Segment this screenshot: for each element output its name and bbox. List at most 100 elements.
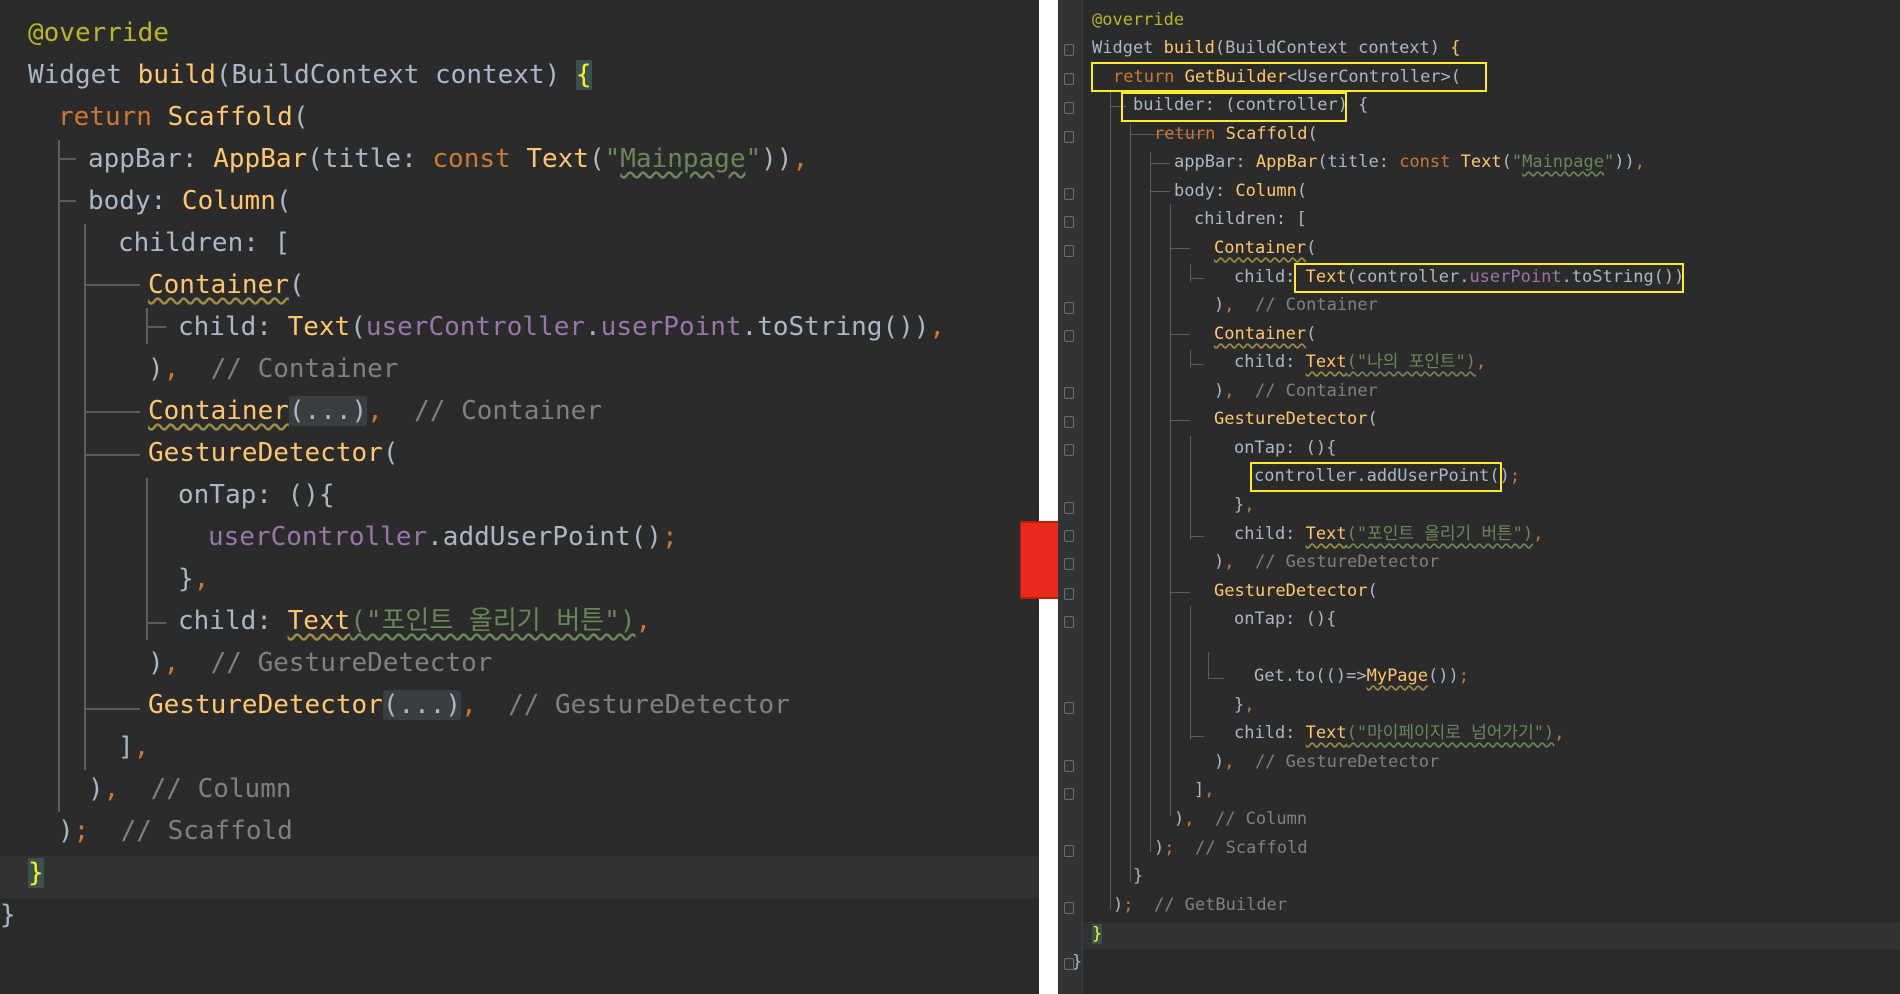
code-line: ); // Scaffold xyxy=(1154,838,1308,858)
fold-marker-icon[interactable] xyxy=(1064,530,1074,542)
indent-guide xyxy=(1170,248,1190,249)
code-line: Container( xyxy=(148,270,305,300)
indent-guide xyxy=(1150,152,1151,852)
fold-marker-icon[interactable] xyxy=(1064,444,1074,456)
code-line: Container(...), // Container xyxy=(148,396,602,426)
code-line: ); // Scaffold xyxy=(58,816,293,846)
indent-guide xyxy=(84,708,140,710)
code-line: Container( xyxy=(1214,324,1317,344)
code-line: ), // Column xyxy=(88,774,292,804)
right-code-editor[interactable]: @override Widget build(BuildContext cont… xyxy=(1058,0,1900,994)
code-line: return Scaffold( xyxy=(58,102,309,132)
fold-marker-icon[interactable] xyxy=(1064,760,1074,772)
code-line: GestureDetector( xyxy=(148,438,399,468)
code-line: Get.to(()=>MyPage()); xyxy=(1254,666,1469,686)
indent-guide xyxy=(58,158,76,160)
fold-marker-icon[interactable] xyxy=(1064,188,1074,200)
left-code-editor[interactable]: @override Widget build(BuildContext cont… xyxy=(0,0,1039,994)
fold-marker-icon[interactable] xyxy=(1064,588,1074,600)
code-line: ), // Container xyxy=(148,354,399,384)
fold-marker-icon[interactable] xyxy=(1064,216,1074,228)
indent-guide xyxy=(1190,736,1204,737)
code-line: } xyxy=(1133,866,1144,886)
indent-guide xyxy=(1190,364,1204,365)
code-line: return Scaffold( xyxy=(1154,124,1318,144)
code-line: ], xyxy=(1194,780,1215,800)
indent-guide xyxy=(1170,334,1190,335)
code-line: }, xyxy=(1234,695,1255,715)
fold-marker-icon[interactable] xyxy=(1064,788,1074,800)
code-line: child: Text("나의 포인트"), xyxy=(1234,352,1487,372)
code-line: ), // Column xyxy=(1174,809,1308,829)
fold-marker-icon[interactable] xyxy=(1064,616,1074,628)
code-line: body: Column( xyxy=(88,186,292,216)
highlight-box-builder xyxy=(1121,92,1347,122)
indent-guide xyxy=(1190,264,1191,282)
code-line: child: Text("포인트 올리기 버튼"), xyxy=(178,606,652,636)
code-line: } xyxy=(0,900,16,930)
code-line: onTap: (){ xyxy=(1234,438,1337,458)
current-line-highlight xyxy=(1083,922,1900,950)
indent-guide xyxy=(84,411,140,413)
fold-marker-icon[interactable] xyxy=(1064,416,1074,428)
highlight-box-adduserpoint xyxy=(1250,462,1502,492)
indent-guide xyxy=(1130,124,1131,882)
current-line-highlight xyxy=(0,856,1039,898)
fold-marker-icon[interactable] xyxy=(1064,73,1074,85)
indent-guide xyxy=(1110,90,1111,910)
fold-marker-icon[interactable] xyxy=(1064,302,1074,314)
code-line: GestureDetector(...), // GestureDetector xyxy=(148,690,790,720)
code-line: children: [ xyxy=(118,228,291,258)
highlight-box-getbuilder xyxy=(1091,62,1487,92)
code-line: child: Text("마이페이지로 넘어가기"), xyxy=(1234,723,1565,743)
indent-guide xyxy=(1190,350,1191,368)
indent-guide xyxy=(1208,678,1224,679)
code-line: ), // GestureDetector xyxy=(148,648,493,678)
code-line: } xyxy=(1092,924,1103,944)
code-line: GestureDetector( xyxy=(1214,409,1378,429)
code-line: }, xyxy=(178,564,210,594)
fold-marker-icon[interactable] xyxy=(1064,502,1074,514)
code-line: } xyxy=(1072,952,1083,972)
code-line: appBar: AppBar(title: const Text("Mainpa… xyxy=(1174,152,1645,172)
indent-guide xyxy=(1170,204,1171,816)
indent-guide xyxy=(84,284,140,286)
code-line: ), // Container xyxy=(1214,381,1378,401)
indent-guide xyxy=(146,326,166,328)
indent-guide xyxy=(146,478,148,640)
code-line: ), // Container xyxy=(1214,295,1378,315)
code-line: child: Text(userController.userPoint.toS… xyxy=(178,312,946,342)
code-line: appBar: AppBar(title: const Text("Mainpa… xyxy=(88,144,809,174)
code-line: Widget build(BuildContext context) { xyxy=(1092,38,1461,58)
fold-marker-icon[interactable] xyxy=(1064,102,1074,114)
code-line: }, xyxy=(1234,495,1255,515)
indent-guide xyxy=(58,200,76,202)
fold-marker-icon[interactable] xyxy=(1064,902,1074,914)
code-line: GestureDetector( xyxy=(1214,581,1378,601)
code-line: @override xyxy=(1092,10,1185,30)
indent-guide xyxy=(84,454,140,456)
code-line: ), // GestureDetector xyxy=(1214,752,1440,772)
code-line: ], xyxy=(118,732,150,762)
fold-marker-icon[interactable] xyxy=(1064,330,1074,342)
code-line: body: Column( xyxy=(1174,181,1308,201)
indent-guide xyxy=(1170,420,1190,421)
fold-marker-icon[interactable] xyxy=(1064,558,1074,570)
code-line: onTap: (){ xyxy=(1234,609,1337,629)
fold-marker-icon[interactable] xyxy=(1064,845,1074,857)
fold-marker-icon[interactable] xyxy=(1064,387,1074,399)
fold-marker-icon[interactable] xyxy=(1064,245,1074,257)
code-line: userController.addUserPoint(); xyxy=(208,522,678,552)
code-line: child: Text("포인트 올리기 버튼"), xyxy=(1234,524,1544,544)
indent-guide xyxy=(146,622,166,624)
fold-marker-icon[interactable] xyxy=(1064,702,1074,714)
indent-guide xyxy=(1170,592,1190,593)
fold-marker-icon[interactable] xyxy=(1064,131,1074,143)
code-line: } xyxy=(28,858,44,888)
code-line: children: [ xyxy=(1194,209,1307,229)
indent-guide xyxy=(1190,536,1204,537)
indent-guide xyxy=(1150,163,1170,164)
highlight-box-text-controller xyxy=(1294,263,1684,293)
code-line: ); // GetBuilder xyxy=(1113,895,1288,915)
fold-marker-icon[interactable] xyxy=(1064,44,1074,56)
